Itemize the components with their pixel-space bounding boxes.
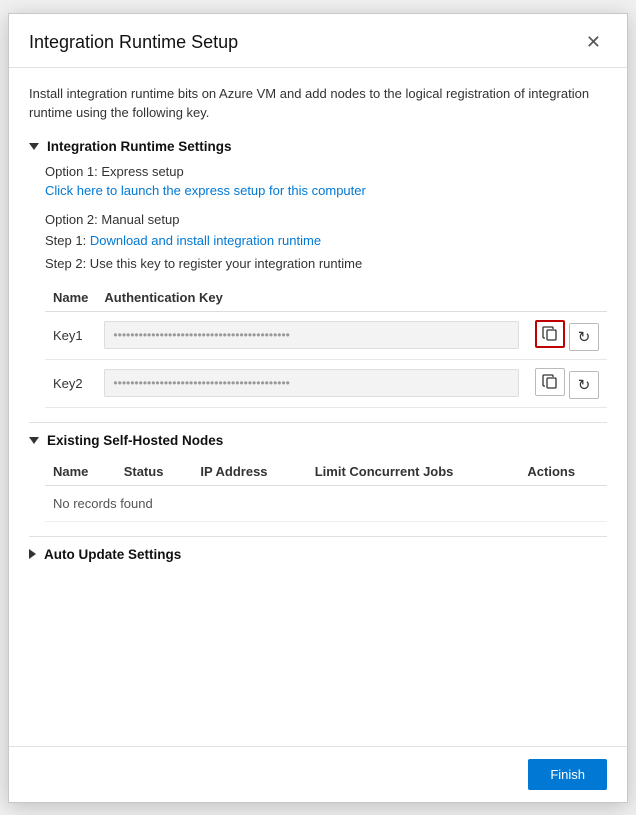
key2-value-cell bbox=[96, 359, 527, 407]
dialog-footer: Finish bbox=[9, 746, 627, 802]
step1-label: Step 1: bbox=[45, 233, 86, 248]
key1-refresh-button[interactable]: ↻ bbox=[569, 323, 599, 351]
expand-auto-update-icon bbox=[29, 549, 36, 559]
refresh-icon-2: ↻ bbox=[578, 376, 591, 394]
section-existing-nodes: Existing Self-Hosted Nodes Name Status I… bbox=[29, 433, 607, 522]
section-existing-nodes-content: Name Status IP Address Limit Concurrent … bbox=[29, 458, 607, 522]
key1-name: Key1 bbox=[45, 311, 96, 359]
no-records-row: No records found bbox=[45, 485, 607, 521]
option1-title: Option 1: Express setup bbox=[45, 164, 607, 179]
collapse-nodes-icon bbox=[29, 437, 39, 444]
keys-table: Name Authentication Key Key1 bbox=[45, 284, 607, 408]
option2-block: Option 2: Manual setup Step 1: Download … bbox=[45, 212, 607, 274]
key1-copy-button[interactable] bbox=[535, 320, 565, 348]
section-runtime-settings: Integration Runtime Settings Option 1: E… bbox=[29, 139, 607, 408]
collapse-icon bbox=[29, 143, 39, 150]
dialog-body: Install integration runtime bits on Azur… bbox=[9, 68, 627, 746]
section-auto-update: Auto Update Settings bbox=[29, 547, 607, 562]
nodes-col-actions: Actions bbox=[519, 458, 607, 486]
download-runtime-link[interactable]: Download and install integration runtime bbox=[90, 233, 321, 248]
key2-input[interactable] bbox=[104, 369, 519, 397]
section-runtime-settings-content: Option 1: Express setup Click here to la… bbox=[29, 164, 607, 408]
step1-text: Step 1: Download and install integration… bbox=[45, 231, 607, 251]
divider2 bbox=[29, 536, 607, 537]
nodes-col-status: Status bbox=[116, 458, 193, 486]
key1-row: Key1 bbox=[45, 311, 607, 359]
divider1 bbox=[29, 422, 607, 423]
nodes-col-ip: IP Address bbox=[192, 458, 306, 486]
col-header-authkey: Authentication Key bbox=[96, 284, 527, 312]
section-auto-update-label: Auto Update Settings bbox=[44, 547, 181, 562]
close-button[interactable]: ✕ bbox=[580, 30, 607, 55]
finish-button[interactable]: Finish bbox=[528, 759, 607, 790]
key1-input[interactable] bbox=[104, 321, 519, 349]
key1-value-cell bbox=[96, 311, 527, 359]
key2-row: Key2 bbox=[45, 359, 607, 407]
nodes-col-name: Name bbox=[45, 458, 116, 486]
option2-title: Option 2: Manual setup bbox=[45, 212, 607, 227]
refresh-icon: ↻ bbox=[578, 328, 591, 346]
express-setup-link[interactable]: Click here to launch the express setup f… bbox=[45, 183, 366, 198]
section-existing-nodes-label: Existing Self-Hosted Nodes bbox=[47, 433, 223, 448]
section-existing-nodes-header[interactable]: Existing Self-Hosted Nodes bbox=[29, 433, 607, 448]
section-runtime-settings-label: Integration Runtime Settings bbox=[47, 139, 232, 154]
key2-name: Key2 bbox=[45, 359, 96, 407]
col-header-name: Name bbox=[45, 284, 96, 312]
section-runtime-settings-header[interactable]: Integration Runtime Settings bbox=[29, 139, 607, 154]
intro-text: Install integration runtime bits on Azur… bbox=[29, 84, 607, 123]
no-records-text: No records found bbox=[45, 485, 607, 521]
dialog-header: Integration Runtime Setup ✕ bbox=[9, 14, 627, 68]
nodes-col-limit: Limit Concurrent Jobs bbox=[307, 458, 520, 486]
key2-copy-button[interactable] bbox=[535, 368, 565, 396]
dialog: Integration Runtime Setup ✕ Install inte… bbox=[8, 13, 628, 803]
step2-text: Step 2: Use this key to register your in… bbox=[45, 254, 607, 274]
dialog-title: Integration Runtime Setup bbox=[29, 32, 238, 53]
key2-refresh-button[interactable]: ↻ bbox=[569, 371, 599, 399]
nodes-table: Name Status IP Address Limit Concurrent … bbox=[45, 458, 607, 522]
section-auto-update-header[interactable]: Auto Update Settings bbox=[29, 547, 607, 562]
